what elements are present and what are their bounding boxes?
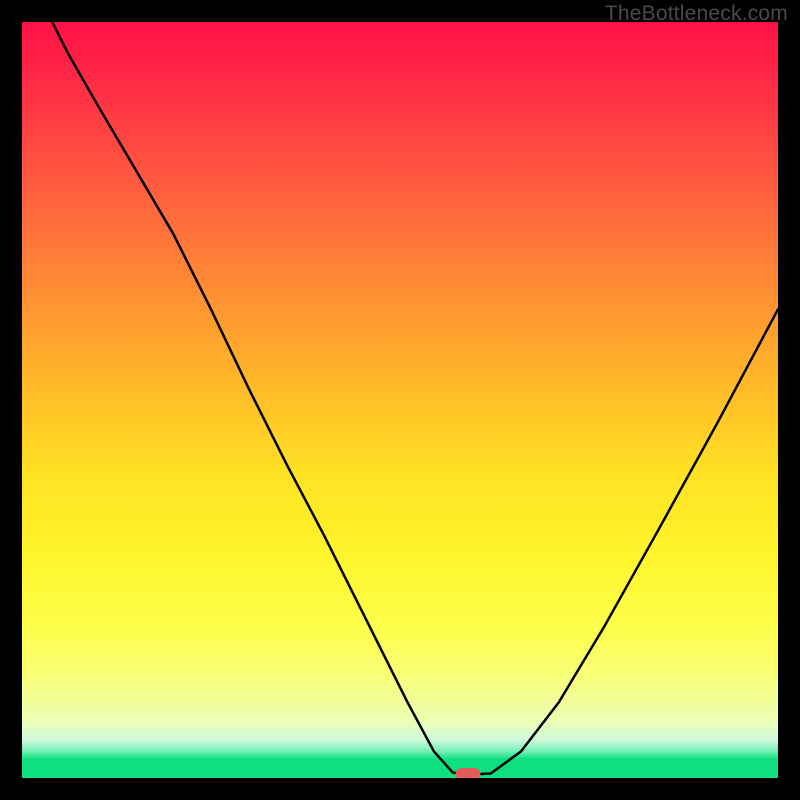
plot-area: [22, 22, 778, 778]
bottleneck-curve: [22, 22, 778, 778]
chart-frame: TheBottleneck.com: [0, 0, 800, 800]
optimal-point-marker: [456, 768, 481, 778]
watermark-text: TheBottleneck.com: [605, 2, 788, 26]
